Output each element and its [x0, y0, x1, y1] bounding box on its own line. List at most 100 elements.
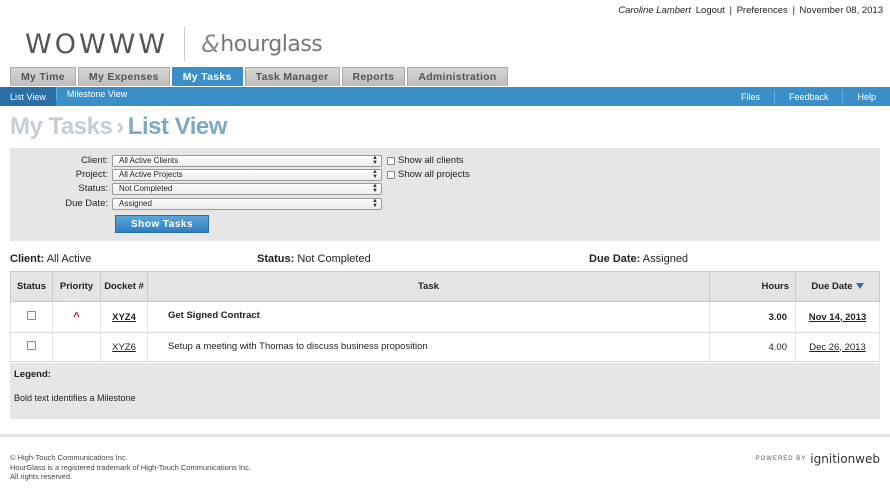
- status-select-value: Not Completed: [119, 184, 173, 193]
- docket-link[interactable]: XYZ6: [100, 332, 148, 362]
- show-all-clients-label: Show all clients: [398, 155, 464, 166]
- table-row: ^ XYZ4 Get Signed Contract 3.00 Nov 14, …: [10, 301, 880, 333]
- row-status-cell: [10, 301, 53, 333]
- task-due-date[interactable]: Nov 14, 2013: [795, 301, 880, 333]
- status-label: Status:: [78, 183, 108, 194]
- summary-client-label: Client:: [10, 253, 45, 265]
- ignitionweb-logo: ignitionweb: [810, 452, 880, 466]
- sub-navigation: List View Milestone View Files Feedback …: [0, 87, 890, 106]
- show-tasks-button[interactable]: Show Tasks: [115, 215, 209, 233]
- tasks-table: Status Priority Docket # Task Hours Due …: [10, 271, 880, 362]
- client-select[interactable]: All Active Clients ▲ ▼: [112, 154, 382, 167]
- sort-descending-icon[interactable]: [855, 283, 864, 290]
- logout-link[interactable]: Logout: [696, 5, 725, 16]
- task-complete-checkbox[interactable]: [27, 311, 36, 320]
- header-priority[interactable]: Priority: [52, 271, 101, 302]
- legend-panel: Legend: Bold text identifies a Milestone: [10, 363, 880, 419]
- tab-administration[interactable]: Administration: [407, 67, 508, 86]
- filter-summary: Client: All Active Status: Not Completed…: [10, 253, 880, 267]
- hourglass-logo: & hourglass: [201, 30, 323, 58]
- project-label: Project:: [75, 169, 108, 180]
- select-arrows-icon: ▲ ▼: [372, 168, 378, 180]
- row-priority-cell: [52, 332, 101, 362]
- summary-status-value: Not Completed: [297, 253, 371, 265]
- page-title-section: My Tasks: [10, 113, 113, 140]
- select-arrows-icon: ▲ ▼: [372, 182, 378, 194]
- client-select-value: All Active Clients: [119, 156, 179, 165]
- task-name[interactable]: Setup a meeting with Thomas to discuss b…: [147, 332, 710, 362]
- tab-my-time[interactable]: My Time: [10, 67, 76, 86]
- subnav-milestone-view[interactable]: Milestone View: [55, 87, 137, 100]
- tab-my-expenses[interactable]: My Expenses: [77, 67, 170, 86]
- summary-client: Client: All Active: [10, 253, 91, 265]
- select-arrows-icon: ▲ ▼: [372, 154, 378, 166]
- project-select-value: All Active Projects: [119, 170, 183, 179]
- footer: © High-Touch Communications Inc. HourGla…: [10, 453, 251, 482]
- footer-copyright: © High-Touch Communications Inc.: [10, 453, 128, 462]
- separator: |: [729, 5, 732, 16]
- task-hours: 4.00: [709, 332, 796, 362]
- powered-by-label: POWERED BY: [755, 456, 807, 462]
- project-select[interactable]: All Active Projects ▲ ▼: [112, 168, 382, 181]
- show-all-projects-checkbox[interactable]: [387, 170, 395, 179]
- user-bar: Caroline Lambert Logout | Preferences | …: [617, 5, 884, 16]
- header-hours[interactable]: Hours: [709, 271, 796, 302]
- logo-divider: [184, 27, 186, 61]
- summary-client-value: All Active: [46, 253, 92, 265]
- hourglass-logo-mark: &: [201, 30, 220, 58]
- show-all-projects-option[interactable]: Show all projects: [387, 169, 470, 180]
- page-title-view: List View: [127, 113, 228, 140]
- footer-trademark: HourGlass is a registered trademark of H…: [10, 462, 251, 472]
- current-date: November 08, 2013: [799, 5, 883, 16]
- powered-by[interactable]: POWERED BY ignitionweb: [756, 452, 880, 466]
- docket-link[interactable]: XYZ4: [100, 301, 148, 333]
- task-due-date[interactable]: Dec 26, 2013: [795, 332, 880, 362]
- header-task[interactable]: Task: [147, 271, 710, 302]
- due-date-filter-row: Due Date: Assigned ▲ ▼: [10, 197, 382, 210]
- separator: |: [792, 5, 795, 16]
- summary-due-label: Due Date:: [589, 253, 641, 265]
- task-complete-checkbox[interactable]: [27, 341, 36, 350]
- subnav-help[interactable]: Help: [842, 90, 890, 103]
- subnav-list-view[interactable]: List View: [0, 87, 56, 106]
- summary-status-label: Status:: [257, 253, 295, 265]
- main-tabs: My Time My Expenses My Tasks Task Manage…: [10, 67, 510, 86]
- row-status-cell: [10, 332, 53, 362]
- page-title-separator: ›: [116, 113, 124, 140]
- hourglass-logo-text: hourglass: [220, 31, 323, 57]
- high-priority-icon: ^: [73, 311, 80, 323]
- select-arrows-icon: ▲ ▼: [372, 197, 378, 209]
- client-label: Client:: [81, 155, 108, 166]
- task-name[interactable]: Get Signed Contract: [147, 301, 710, 333]
- subnav-feedback[interactable]: Feedback: [773, 90, 843, 103]
- wowww-logo: WOWWW: [25, 28, 169, 60]
- footer-rights: All rights reserved.: [10, 472, 73, 481]
- tab-my-tasks[interactable]: My Tasks: [171, 67, 243, 86]
- header-status[interactable]: Status: [10, 271, 53, 302]
- task-hours: 3.00: [709, 301, 796, 333]
- show-all-clients-checkbox[interactable]: [387, 156, 395, 165]
- due-date-select[interactable]: Assigned ▲ ▼: [112, 197, 382, 210]
- show-all-clients-option[interactable]: Show all clients: [387, 155, 463, 166]
- summary-due-date: Due Date: Assigned: [589, 253, 688, 265]
- user-name: Caroline Lambert: [618, 5, 692, 16]
- filter-panel: Client: All Active Clients ▲ ▼ Show all c…: [10, 148, 880, 241]
- legend-description: Bold text identifies a Milestone: [14, 393, 136, 403]
- table-header-row: Status Priority Docket # Task Hours Due …: [10, 271, 880, 302]
- legend-title: Legend:: [14, 369, 51, 380]
- header-docket[interactable]: Docket #: [100, 271, 148, 302]
- subnav-files[interactable]: Files: [727, 90, 774, 103]
- tab-reports[interactable]: Reports: [341, 67, 406, 86]
- status-select[interactable]: Not Completed ▲ ▼: [112, 182, 382, 195]
- project-filter-row: Project: All Active Projects ▲ ▼ Show all…: [10, 168, 470, 181]
- header-due-date[interactable]: Due Date: [795, 271, 880, 302]
- due-date-label: Due Date:: [65, 198, 108, 209]
- show-all-projects-label: Show all projects: [398, 169, 470, 180]
- preferences-link[interactable]: Preferences: [737, 5, 788, 16]
- footer-divider: [0, 434, 890, 437]
- status-filter-row: Status: Not Completed ▲ ▼: [10, 182, 382, 195]
- tab-task-manager[interactable]: Task Manager: [244, 67, 340, 86]
- due-date-select-value: Assigned: [119, 199, 152, 208]
- row-priority-cell: ^: [52, 301, 101, 333]
- table-row: XYZ6 Setup a meeting with Thomas to disc…: [10, 332, 880, 362]
